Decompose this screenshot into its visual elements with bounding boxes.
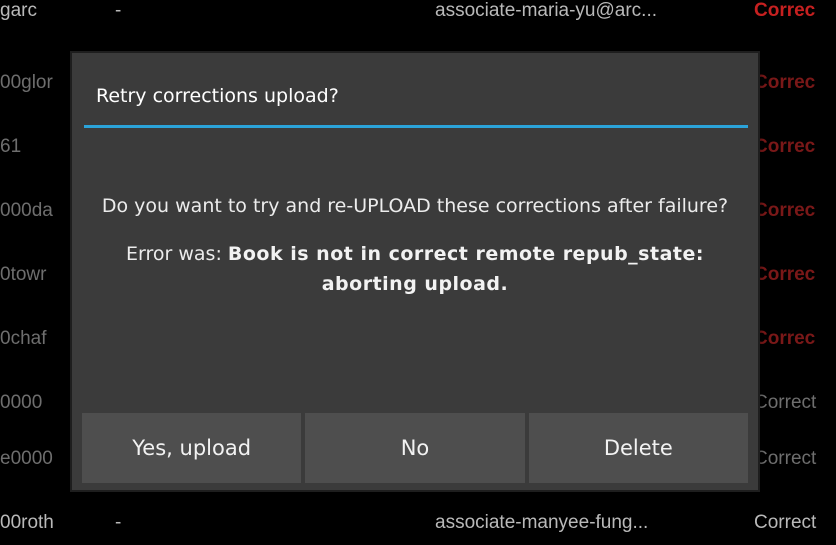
retry-upload-dialog: Retry corrections upload? Do you want to… xyxy=(72,53,758,490)
item-id: 0000 xyxy=(0,392,43,413)
item-id: e0000 xyxy=(0,448,53,469)
error-prefix: Error was: xyxy=(126,243,228,265)
item-id: 00glor xyxy=(0,72,53,93)
item-status: Correc xyxy=(754,328,816,349)
delete-button[interactable]: Delete xyxy=(528,413,748,483)
item-email: associate-manyee-fung... xyxy=(435,512,649,533)
no-button[interactable]: No xyxy=(305,413,525,483)
item-status: Correct xyxy=(754,512,817,533)
item-status: Correct xyxy=(754,448,817,469)
item-status: Correct xyxy=(754,392,817,413)
item-id: 00roth xyxy=(0,512,54,533)
item-dash: - xyxy=(115,0,122,21)
dialog-title: Retry corrections upload? xyxy=(96,85,339,107)
list-item[interactable]: garc - associate-maria-yu@arc... Correc xyxy=(0,0,836,32)
item-id: garc xyxy=(0,0,37,21)
yes-upload-button[interactable]: Yes, upload xyxy=(82,413,302,483)
dialog-message: Do you want to try and re-UPLOAD these c… xyxy=(101,195,729,217)
item-status: Correc xyxy=(754,200,816,221)
error-text: Book is not in correct remote repub_stat… xyxy=(227,243,704,295)
dialog-message-area: Do you want to try and re-UPLOAD these c… xyxy=(92,191,738,299)
title-divider xyxy=(84,125,748,128)
item-email: associate-maria-yu@arc... xyxy=(435,0,658,21)
item-status: Correc xyxy=(754,0,816,21)
list-item[interactable]: 00roth - associate-manyee-fung... Correc… xyxy=(0,504,836,544)
item-status: Correc xyxy=(754,136,816,157)
item-id: 0chaf xyxy=(0,328,47,349)
error-message: Error was: Book is not in correct remote… xyxy=(92,239,738,299)
item-id: 61 xyxy=(0,136,22,157)
item-id: 0towr xyxy=(0,264,47,285)
item-status: Correc xyxy=(754,264,816,285)
item-id: 000da xyxy=(0,200,53,221)
item-dash: - xyxy=(115,512,122,533)
item-status: Correc xyxy=(754,72,816,93)
dialog-button-bar: Yes, upload No Delete xyxy=(82,413,748,483)
